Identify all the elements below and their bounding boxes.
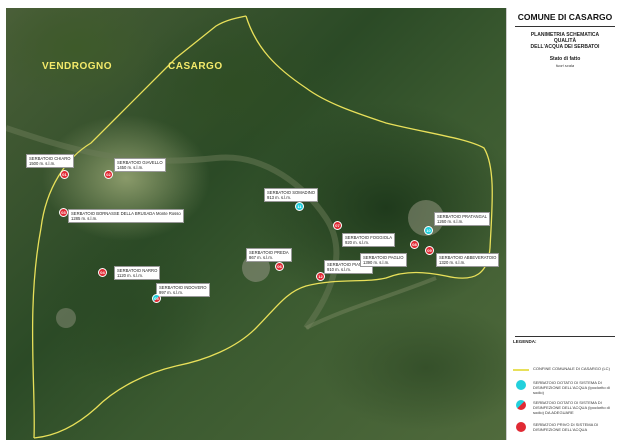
cyan-dot-icon	[516, 380, 526, 390]
legend-title: LEGENDA:	[513, 339, 537, 344]
aerial-map[interactable]: VENDROGNO CASARGO SERBATOIO CHIARO 1500 m…	[6, 8, 506, 440]
mixed-dot-icon	[516, 400, 526, 410]
red-dot-icon	[516, 422, 526, 432]
serbatoio-marker[interactable]: 01	[60, 170, 69, 179]
serbatoio-label: SERBATOIO SOMADINO 913 m. s.l.m.	[264, 188, 319, 202]
serbatoio-label: SERBATOIO FOGGIOLA 920 m. s.l.m.	[342, 233, 396, 247]
legend-divider	[515, 336, 615, 337]
legend-panel: COMUNE DI CASARGO PLANIMETRIA SCHEMATICA…	[506, 8, 623, 440]
serbatoio-marker[interactable]: 07	[333, 221, 342, 230]
serbatoio-label: SERBATOIO GIAVELLO 1450 m. s.l.m.	[114, 158, 166, 172]
place-label-vendrogno: VENDROGNO	[42, 61, 113, 72]
serbatoio-label: SERBATOIO INDOVERO 997 m. s.l.m.	[156, 283, 210, 297]
serbatoio-label: SERBATOIO PREDA 867 m. s.l.m.	[246, 248, 292, 262]
subtitle-line: DELL'ACQUA DEI SERBATOI	[530, 44, 600, 50]
title-divider	[515, 26, 615, 27]
serbatoio-marker[interactable]: 02	[104, 170, 113, 179]
serbatoio-marker[interactable]: 12	[316, 272, 325, 281]
serbatoio-label: SERBATOIO CHIARO 1500 m. s.l.m.	[26, 154, 74, 168]
serbatoio-marker[interactable]: 08	[410, 240, 419, 249]
serbatoio-label: SERBATOIO PRATANGAL 1260 m. s.l.m.	[434, 212, 490, 226]
serbatoio-marker[interactable]: 11	[295, 202, 304, 211]
boundary-line-icon	[513, 369, 529, 371]
place-label-casargo: CASARGO	[168, 61, 223, 72]
serbatoio-marker[interactable]: 03	[59, 208, 68, 217]
serbatoio-marker[interactable]: 10	[424, 226, 433, 235]
serbatoio-label: SERBATOIO ABBEVERATOIO 1320 m. s.l.m.	[436, 253, 500, 267]
serbatoio-marker[interactable]: 09	[425, 246, 434, 255]
serbatoio-marker[interactable]: 04	[98, 268, 107, 277]
stato-label: Stato di fatto	[549, 56, 581, 62]
serbatoio-marker[interactable]: 06	[275, 262, 284, 271]
map-title: COMUNE DI CASARGO	[517, 12, 613, 22]
serbatoio-label: SERBATOIO NARRO 1120 m. s.l.m.	[114, 266, 161, 280]
map-overlay	[6, 15, 493, 439]
serbatoio-label: SERBATOIO PAGLIO 1390 m. s.l.m.	[360, 253, 407, 267]
scale-note: fuori scala	[555, 63, 575, 68]
serbatoio-label: SERBATOIO BORNASSE DELLA BRUSADA Monte R…	[68, 209, 184, 223]
map-sheet: VENDROGNO CASARGO SERBATOIO CHIARO 1500 m…	[0, 0, 628, 444]
serbatoio-marker[interactable]: 05	[152, 294, 161, 303]
